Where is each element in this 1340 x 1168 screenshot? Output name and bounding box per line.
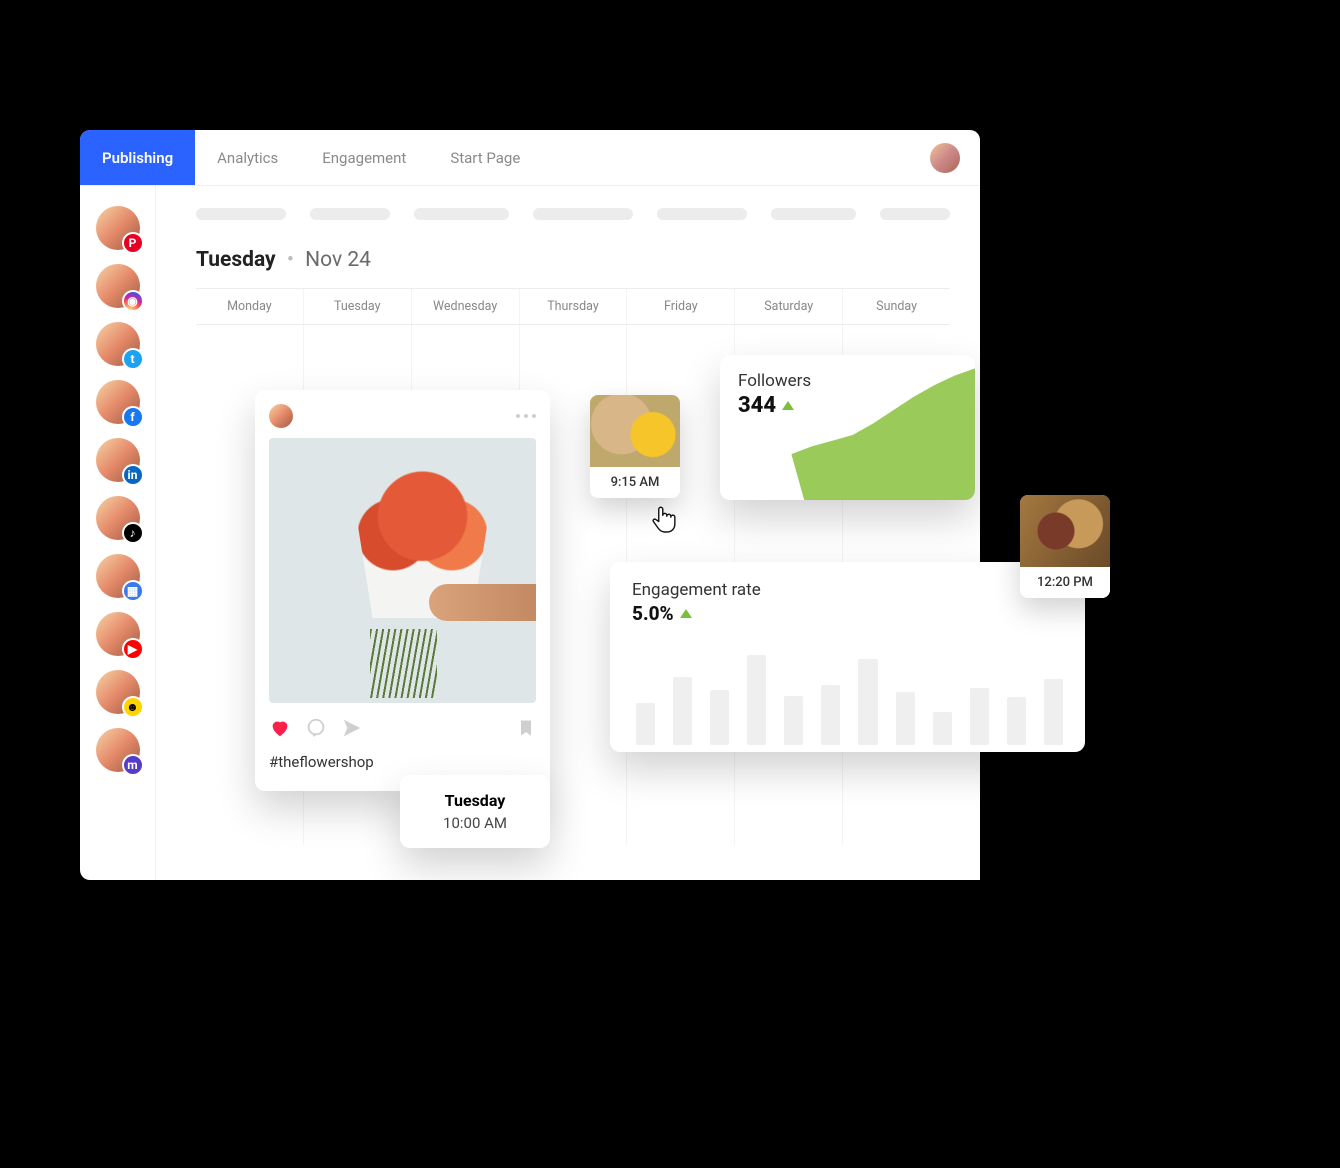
placeholder bbox=[771, 208, 856, 220]
tiktok-icon: ♪ bbox=[122, 522, 144, 544]
post-actions bbox=[269, 717, 536, 743]
youtube-icon: ▶ bbox=[122, 638, 144, 660]
scheduled-thumb-2[interactable]: 12:20 PM bbox=[1020, 495, 1110, 598]
comment-icon[interactable] bbox=[305, 717, 327, 743]
bar bbox=[933, 712, 952, 745]
bar bbox=[896, 692, 915, 745]
date-monthday: Nov 24 bbox=[305, 248, 371, 272]
day-header: Saturday bbox=[735, 289, 843, 324]
bar bbox=[970, 688, 989, 745]
engagement-label: Engagement rate bbox=[632, 580, 1067, 600]
bookmark-icon[interactable] bbox=[516, 718, 536, 742]
thumb-image bbox=[1020, 495, 1110, 567]
engagement-card[interactable]: Engagement rate 5.0% bbox=[610, 562, 1085, 752]
tab-engagement[interactable]: Engagement bbox=[300, 130, 428, 185]
facebook-icon: f bbox=[122, 406, 144, 428]
scheduled-thumb-1[interactable]: 9:15 AM bbox=[590, 395, 680, 498]
tab-start-page[interactable]: Start Page bbox=[428, 130, 542, 185]
post-caption: #theflowershop bbox=[269, 753, 536, 771]
more-icon[interactable] bbox=[516, 414, 536, 418]
thumb-time: 9:15 AM bbox=[590, 467, 680, 498]
bar bbox=[784, 696, 803, 746]
placeholder bbox=[414, 208, 509, 220]
placeholder bbox=[880, 208, 950, 220]
thumb-time: 12:20 PM bbox=[1020, 567, 1110, 598]
linkedin-icon: in bbox=[122, 464, 144, 486]
engagement-value: 5.0% bbox=[632, 602, 674, 625]
placeholder bbox=[657, 208, 747, 220]
day-header: Tuesday bbox=[304, 289, 412, 324]
filter-placeholder-row bbox=[196, 208, 950, 220]
bar bbox=[1044, 679, 1063, 745]
followers-area-chart bbox=[720, 355, 975, 500]
user-avatar[interactable] bbox=[930, 143, 960, 173]
sidebar-account-twitter[interactable]: t bbox=[96, 322, 140, 366]
schedule-popover[interactable]: Tuesday 10:00 AM bbox=[400, 775, 550, 848]
sidebar-account-linkedin[interactable]: in bbox=[96, 438, 140, 482]
bar bbox=[1007, 697, 1026, 745]
heart-icon[interactable] bbox=[269, 717, 291, 743]
post-author-avatar bbox=[269, 404, 293, 428]
topbar: Publishing Analytics Engagement Start Pa… bbox=[80, 130, 980, 186]
sidebar-account-gmb[interactable]: ▦ bbox=[96, 554, 140, 598]
sidebar-account-youtube[interactable]: ▶ bbox=[96, 612, 140, 656]
schedule-day: Tuesday bbox=[416, 791, 534, 810]
post-image bbox=[269, 438, 536, 703]
placeholder bbox=[196, 208, 286, 220]
twitter-icon: t bbox=[122, 348, 144, 370]
tab-publishing[interactable]: Publishing bbox=[80, 130, 195, 185]
schedule-time: 10:00 AM bbox=[416, 814, 534, 832]
pinterest-icon: P bbox=[122, 232, 144, 254]
sidebar-accounts: P◉tfin♪▦▶☻m bbox=[80, 186, 156, 880]
sidebar-account-tiktok[interactable]: ♪ bbox=[96, 496, 140, 540]
date-dayname: Tuesday bbox=[196, 248, 276, 272]
sidebar-account-snapchat[interactable]: ☻ bbox=[96, 670, 140, 714]
mastodon-icon: m bbox=[122, 754, 144, 776]
sidebar-account-mastodon[interactable]: m bbox=[96, 728, 140, 772]
placeholder bbox=[310, 208, 390, 220]
bar bbox=[821, 685, 840, 746]
placeholder bbox=[533, 208, 633, 220]
sidebar-account-pinterest[interactable]: P bbox=[96, 206, 140, 250]
bar bbox=[710, 690, 729, 745]
bar bbox=[636, 703, 655, 745]
instagram-icon: ◉ bbox=[122, 290, 144, 312]
followers-card[interactable]: Followers 344 bbox=[720, 355, 975, 500]
sidebar-account-instagram[interactable]: ◉ bbox=[96, 264, 140, 308]
sidebar-account-facebook[interactable]: f bbox=[96, 380, 140, 424]
bar bbox=[673, 677, 692, 745]
day-header: Monday bbox=[196, 289, 304, 324]
engagement-bar-chart bbox=[632, 635, 1067, 745]
bar bbox=[747, 655, 766, 745]
gmb-icon: ▦ bbox=[122, 580, 144, 602]
bar bbox=[858, 659, 877, 745]
send-icon[interactable] bbox=[341, 717, 363, 743]
day-header: Thursday bbox=[520, 289, 628, 324]
snapchat-icon: ☻ bbox=[122, 696, 144, 718]
trend-up-icon bbox=[680, 609, 692, 618]
thumb-image bbox=[590, 395, 680, 467]
day-header: Friday bbox=[627, 289, 735, 324]
date-heading: Tuesday • Nov 24 bbox=[196, 248, 950, 272]
day-header: Wednesday bbox=[412, 289, 520, 324]
post-preview-card[interactable]: #theflowershop bbox=[255, 390, 550, 791]
tab-analytics[interactable]: Analytics bbox=[195, 130, 300, 185]
calendar-header: MondayTuesdayWednesdayThursdayFridaySatu… bbox=[196, 288, 950, 325]
day-header: Sunday bbox=[843, 289, 950, 324]
